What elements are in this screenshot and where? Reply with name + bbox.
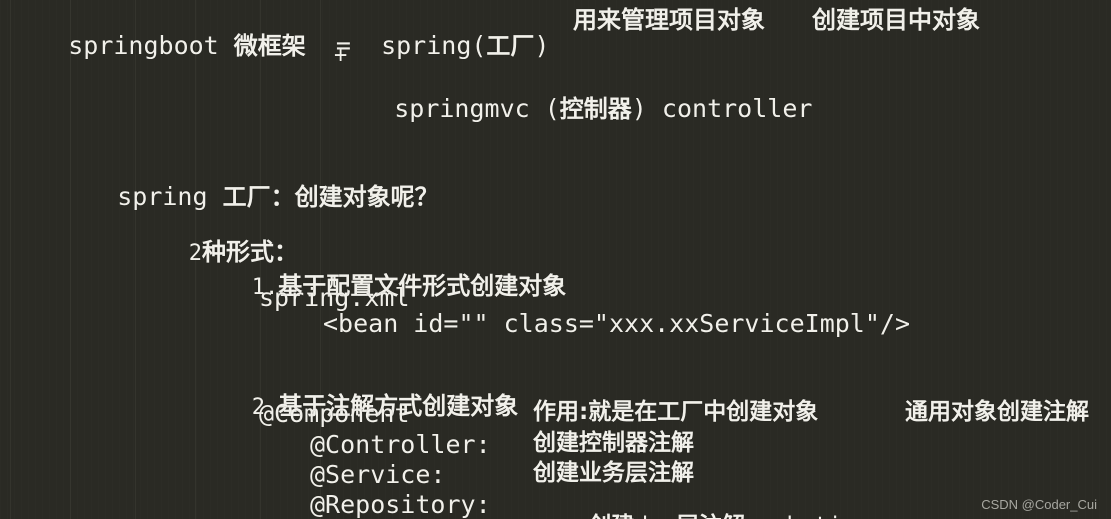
line13-desc-a: 创建 — [588, 513, 634, 519]
note-line-1-comment-a: 用来管理项目对象 — [573, 6, 765, 34]
note-line-13-desc: 创建dao层注解 mybatis — [533, 492, 856, 519]
note-line-12-annotation: @Service: — [310, 460, 446, 489]
note-line-1-comment-b: 创建项目中对象 — [812, 6, 980, 34]
line3-paren-close: ) — [631, 94, 647, 123]
note-line-10-desc: 作用:就是在工厂中创建对象 — [533, 399, 819, 425]
note-line-13-annotation: @Repository: — [310, 490, 491, 519]
note-line-11-annotation: @Controller: — [310, 430, 491, 459]
code-notes-canvas: springboot 微框架 = spring(工厂) 用来管理项目对象 创建项… — [0, 0, 1111, 519]
note-line-2-plus: + — [334, 43, 348, 68]
note-line-10-annotation: @Component — [259, 399, 410, 428]
line13-desc-c: 层注解 — [676, 513, 745, 519]
line4-question: 工厂：创建对象呢？ — [222, 183, 439, 211]
line1-spring-open: spring( — [381, 31, 487, 60]
note-line-3: springmvc (控制器) controller — [334, 71, 812, 146]
line3-paren-open: ( — [544, 94, 560, 123]
note-line-7-filename: spring.xml — [259, 283, 410, 312]
line13-desc-mybatis: mybatis — [745, 513, 856, 519]
note-line-10-note: 通用对象创建注解 — [905, 399, 1089, 425]
csdn-watermark: CSDN @Coder_Cui — [981, 497, 1097, 512]
line1-gongchang: 工厂 — [486, 32, 535, 60]
note-line-8-bean-xml: <bean id="" class="xxx.xxServiceImpl"/> — [323, 309, 910, 338]
line3-kongzhiqi: 控制器 — [559, 95, 632, 123]
line1-paren-close: ) — [534, 31, 550, 60]
line1-springboot: springboot — [68, 31, 234, 60]
line1-weikuangjia: 微框架 — [233, 32, 306, 60]
note-line-12-desc: 创建业务层注解 — [533, 460, 694, 486]
line3-controller: controller — [646, 94, 813, 123]
note-line-11-desc: 创建控制器注解 — [533, 430, 694, 456]
line13-desc-dao: dao — [634, 513, 676, 519]
line4-spring: spring — [117, 182, 223, 211]
line3-springmvc: springmvc — [394, 94, 545, 123]
